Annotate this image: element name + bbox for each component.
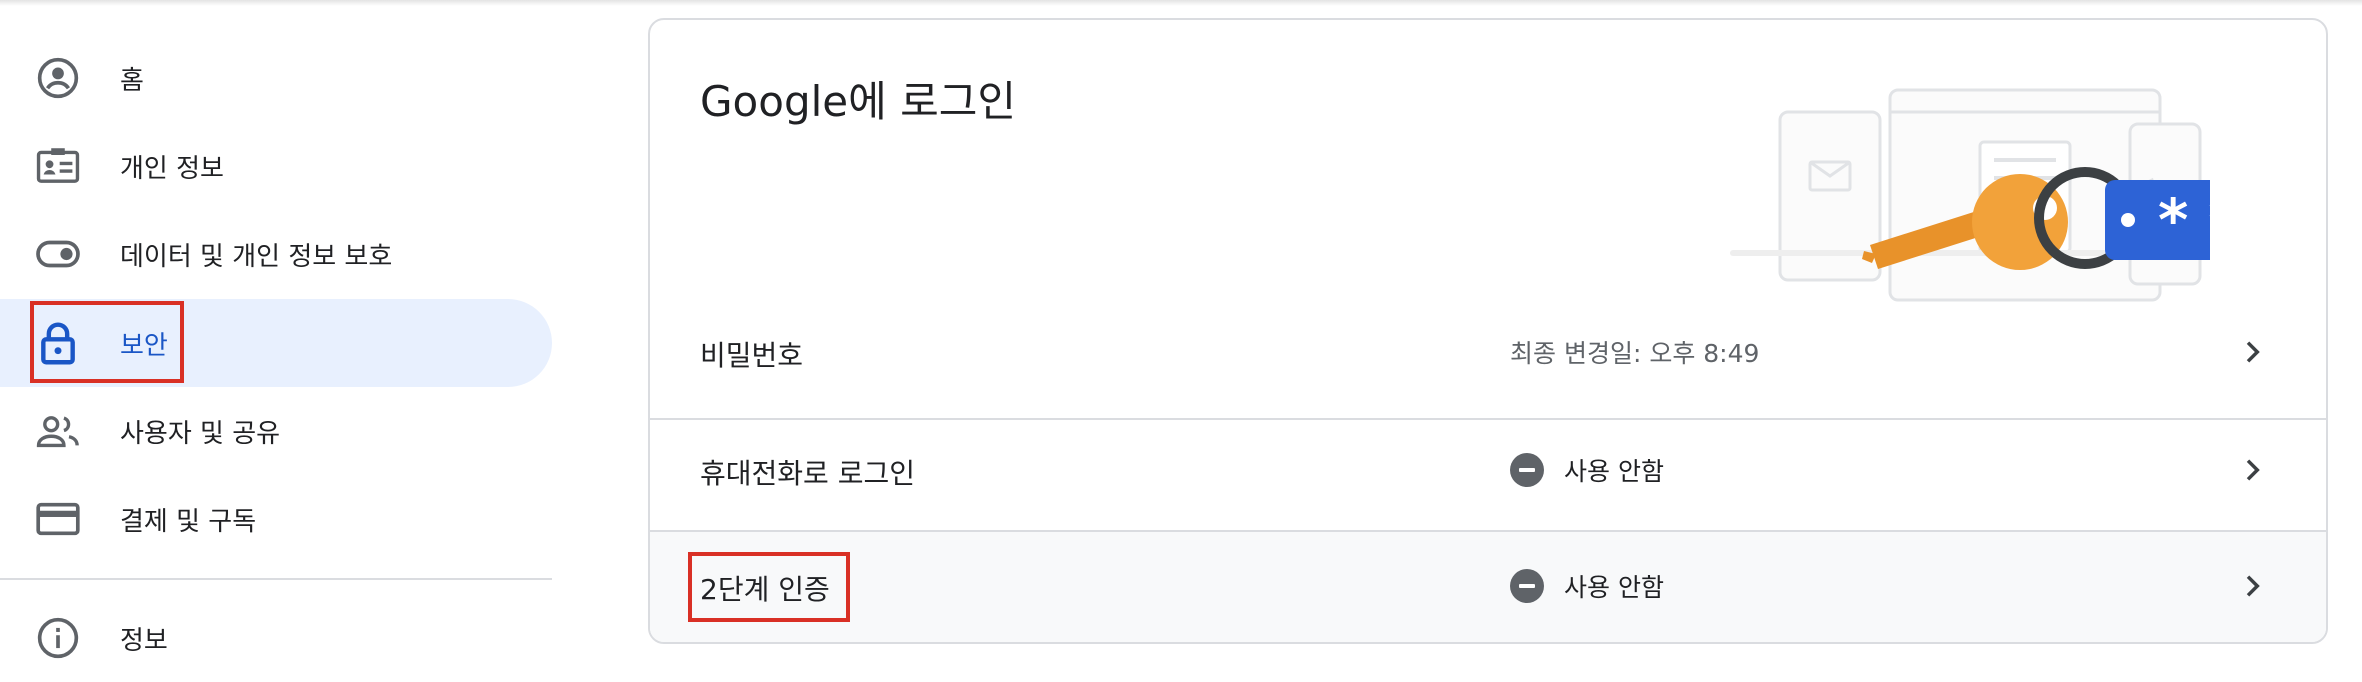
sidebar-item-label: 정보 [120, 625, 168, 656]
signin-card: Google에 로그인 * 비밀번호 최종 변경일: 오후 8:49 휴대전화로… [648, 18, 2328, 644]
row-status: 사용 안함 [1510, 452, 1664, 488]
account-circle-icon [36, 56, 80, 100]
row-two-step[interactable]: 2단계 인증 사용 안함 [650, 532, 2326, 642]
highlight-box-security [30, 301, 184, 383]
sidebar-item-personal-info[interactable]: 개인 정보 [0, 122, 552, 210]
row-status: 최종 변경일: 오후 8:49 [1510, 334, 1759, 370]
row-status-text: 사용 안함 [1564, 457, 1664, 486]
minus-circle-icon [1510, 453, 1544, 487]
minus-circle-icon [1510, 569, 1544, 603]
sidebar-nav: 홈 개인 정보 데이터 및 개인 정보 보호 보안 사용자 및 공유 결제 및 … [0, 0, 560, 664]
row-label: 휴대전화로 로그인 [700, 457, 915, 490]
chevron-right-icon [2236, 570, 2268, 602]
sidebar-item-payments[interactable]: 결제 및 구독 [0, 475, 552, 563]
card-title: Google에 로그인 [700, 77, 1017, 126]
row-status: 사용 안함 [1510, 568, 1664, 604]
key-illustration-icon: * * [1730, 88, 2295, 302]
security-illustration: * * [1690, 50, 2295, 320]
row-status-text: 사용 안함 [1564, 573, 1664, 602]
row-status-text: 최종 변경일: 오후 8:49 [1510, 339, 1760, 368]
row-phone-signin[interactable]: 휴대전화로 로그인 사용 안함 [650, 416, 2326, 526]
sidebar-item-label: 홈 [120, 65, 144, 96]
chevron-right-icon [2236, 336, 2268, 368]
chevron-right-icon [2236, 454, 2268, 486]
sidebar-item-about[interactable]: 정보 [0, 594, 552, 682]
svg-text:* *: * * [2158, 186, 2210, 254]
sidebar-item-home[interactable]: 홈 [0, 34, 552, 122]
sidebar-divider [0, 578, 552, 580]
credit-card-icon [36, 497, 80, 541]
sidebar-item-label: 결제 및 구독 [120, 506, 257, 537]
sidebar-item-label: 데이터 및 개인 정보 보호 [120, 241, 393, 272]
row-label: 비밀번호 [700, 339, 804, 372]
sidebar-item-label: 개인 정보 [120, 153, 224, 184]
row-password[interactable]: 비밀번호 최종 변경일: 오후 8:49 [650, 298, 2326, 408]
toggle-icon [36, 232, 80, 276]
info-icon [36, 616, 80, 660]
sidebar-item-people-sharing[interactable]: 사용자 및 공유 [0, 387, 552, 475]
people-icon [36, 409, 80, 453]
sidebar-item-data-privacy[interactable]: 데이터 및 개인 정보 보호 [0, 210, 552, 298]
sidebar-item-label: 사용자 및 공유 [120, 418, 281, 449]
highlight-box-two-step [688, 552, 850, 622]
id-card-icon [36, 144, 80, 188]
